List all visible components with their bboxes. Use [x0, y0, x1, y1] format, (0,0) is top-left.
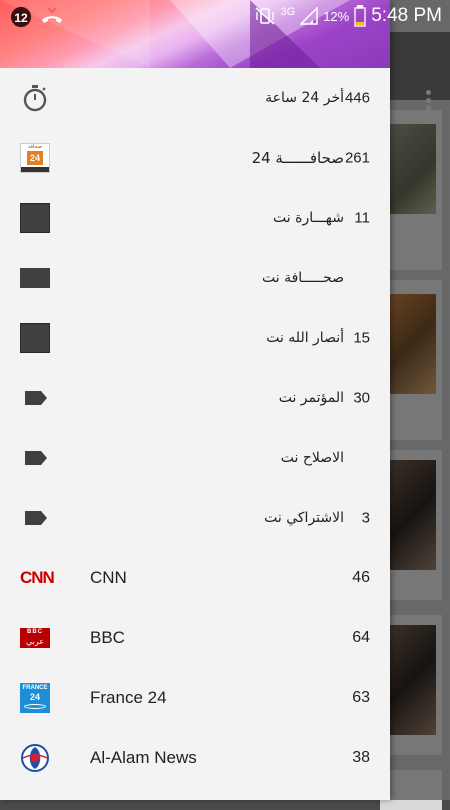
source-title: الاشتراكي نت — [264, 510, 344, 526]
battery-percent-label: 12% — [323, 8, 350, 24]
france24-logo: FRANCE 24 — [20, 683, 50, 713]
source-count: 63 — [352, 689, 370, 706]
source-count: 38 — [352, 749, 370, 766]
status-bar: 12 3G 12% 5:48 PM — [0, 0, 450, 32]
source-count: 15 — [353, 329, 370, 347]
source-count: 11 — [354, 209, 370, 227]
source-item-france24[interactable]: FRANCE 24 France 24 63 — [0, 668, 390, 728]
source-item-alishtiraki-net[interactable]: الاشتراكي نت 3 — [0, 488, 390, 548]
placeholder-square-icon — [20, 203, 50, 233]
missed-call-icon — [42, 7, 62, 23]
source-count: 3 — [361, 509, 370, 527]
placeholder-rect-icon — [20, 268, 50, 288]
source-title: المؤتمر نت — [278, 390, 344, 406]
alalam-logo — [21, 744, 49, 772]
tag-icon — [25, 451, 47, 465]
source-title: CNN — [90, 568, 127, 587]
bbc-arabic-logo: BBC عربي — [20, 628, 50, 648]
source-item-last-24-hours[interactable]: أخر 24 ساعة 446 — [0, 68, 390, 128]
source-item-sahafa-net[interactable]: صحـــــافة نت — [0, 248, 390, 308]
source-item-alislah-net[interactable]: الاصلاح نت — [0, 428, 390, 488]
source-count: 30 — [353, 389, 370, 407]
source-title: France 24 — [90, 688, 167, 707]
source-item-ansar-allah-net[interactable]: أنصار الله نت 15 — [0, 308, 390, 368]
source-count: 46 — [352, 569, 370, 586]
source-item-sahafa-24[interactable]: صحافة 24 صحافــــــة 24 261 — [0, 128, 390, 188]
source-item-shahara-net[interactable]: شهـــارة نت 11 — [0, 188, 390, 248]
source-title: الاصلاح نت — [280, 450, 344, 466]
source-title: Al-Alam News — [90, 748, 197, 767]
battery-icon — [354, 5, 366, 27]
cnn-logo: CNN — [20, 568, 55, 587]
source-item-bbc[interactable]: BBC عربي BBC 64 — [0, 608, 390, 668]
source-title: BBC — [90, 628, 125, 647]
clock: 5:48 PM — [371, 5, 442, 26]
source-item-almotamar-net[interactable]: المؤتمر نت 30 — [0, 368, 390, 428]
source-item-alalam-news[interactable]: Al-Alam News 38 — [0, 728, 390, 788]
vibrate-mute-icon — [254, 7, 275, 25]
signal-strength-icon — [300, 7, 318, 25]
source-title: أخر 24 ساعة — [265, 90, 344, 106]
source-title: شهـــارة نت — [273, 210, 344, 226]
source-count: 261 — [344, 149, 370, 167]
status-right-group: 3G 12% 5:48 PM — [254, 4, 442, 28]
source-title: صحـــــافة نت — [262, 270, 344, 286]
navigation-drawer: أخر 24 ساعة 446 صحافة 24 صحافــــــة 24 … — [0, 0, 390, 800]
source-count: 64 — [352, 629, 370, 646]
source-count: 446 — [344, 89, 370, 107]
notification-count-badge: 12 — [10, 6, 32, 28]
source-item-cnn[interactable]: CNN CNN 46 — [0, 548, 390, 608]
source-title: صحافــــــة 24 — [251, 149, 344, 167]
tag-icon — [25, 511, 47, 525]
tag-icon — [25, 391, 47, 405]
sahafa24-logo: صحافة 24 — [20, 143, 50, 173]
placeholder-square-icon — [20, 323, 50, 353]
network-type-label: 3G — [280, 6, 296, 18]
source-title: أنصار الله نت — [266, 330, 344, 346]
stopwatch-icon — [23, 85, 47, 112]
